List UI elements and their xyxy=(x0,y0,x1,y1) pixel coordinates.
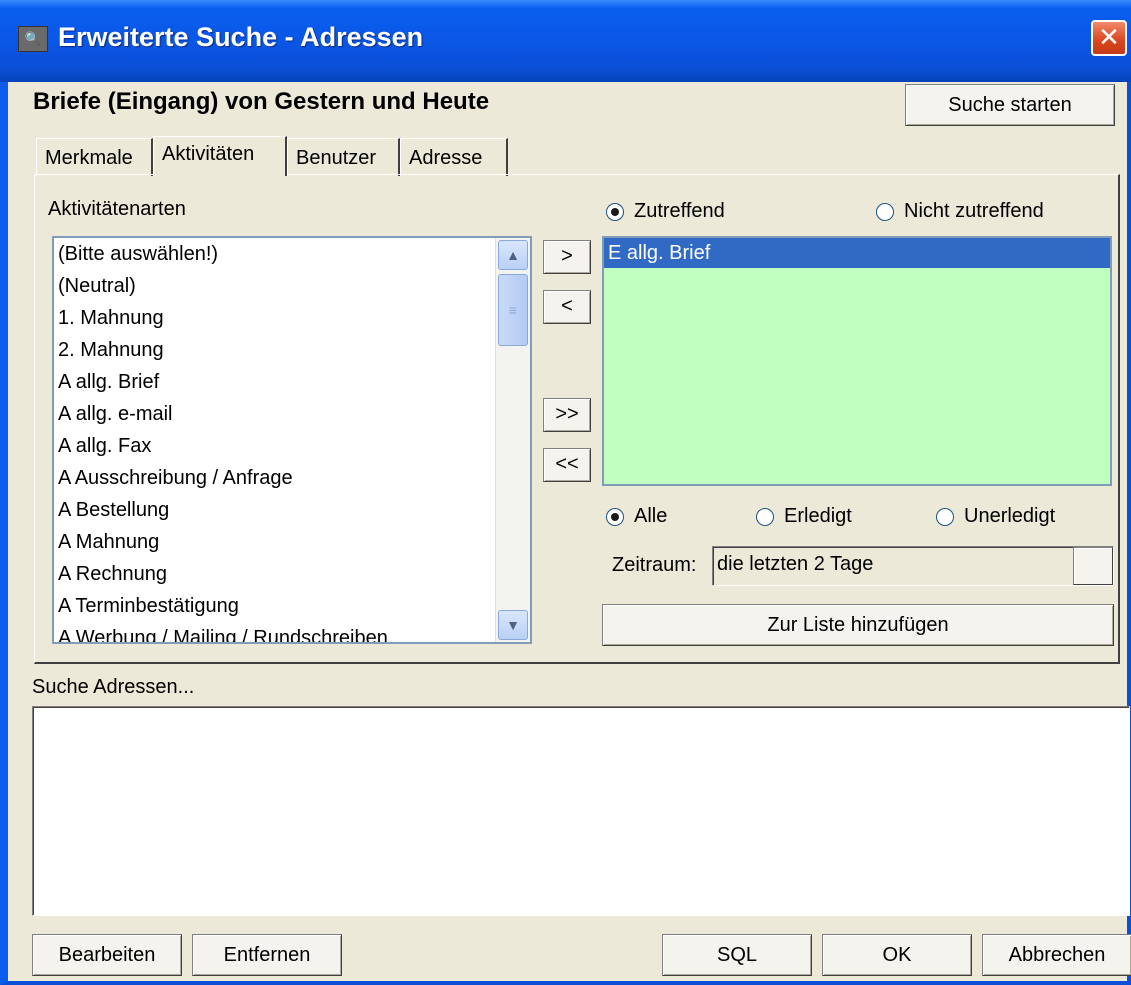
close-icon[interactable]: ✕ xyxy=(1091,20,1127,56)
tab-merkmale[interactable]: Merkmale xyxy=(36,138,153,176)
radio-zutreffend[interactable]: Zutreffend xyxy=(606,200,725,223)
remove-selected-button[interactable]: < xyxy=(543,290,591,324)
period-value: die letzten 2 Tage xyxy=(717,553,874,575)
radio-erledigt-label: Erledigt xyxy=(784,505,852,527)
activities-scrollbar[interactable]: ▲ ≡ ▼ xyxy=(495,238,530,642)
list-item[interactable]: A allg. Fax xyxy=(54,430,530,462)
window-title: Erweiterte Suche - Adressen xyxy=(58,22,424,52)
list-item[interactable]: 2. Mahnung xyxy=(54,334,530,366)
tab-benutzer[interactable]: Benutzer xyxy=(287,138,400,176)
selected-activities-list[interactable]: E allg. Brief xyxy=(602,236,1112,486)
radio-alle[interactable]: Alle xyxy=(606,505,667,528)
period-combo[interactable]: die letzten 2 Tage xyxy=(712,546,1114,586)
activities-label: Aktivitätenarten xyxy=(48,198,186,220)
title-bar[interactable]: 🔍 Erweiterte Suche - Adressen ✕ xyxy=(0,0,1131,82)
search-name-heading: Briefe (Eingang) von Gestern und Heute xyxy=(33,88,490,115)
radio-unerledigt-circle[interactable] xyxy=(936,507,954,526)
radio-unerledigt[interactable]: Unerledigt xyxy=(936,505,1055,528)
radio-alle-label: Alle xyxy=(634,505,668,527)
remove-all-button[interactable]: << xyxy=(543,448,591,482)
radio-unerledigt-label: Unerledigt xyxy=(964,505,1056,527)
radio-zutreffend-circle[interactable] xyxy=(606,202,624,221)
add-all-button[interactable]: >> xyxy=(543,398,591,432)
list-item[interactable]: A Mahnung xyxy=(54,526,530,558)
edit-button[interactable]: Bearbeiten xyxy=(32,934,182,976)
list-item[interactable]: A Ausschreibung / Anfrage xyxy=(54,462,530,494)
list-item[interactable]: A allg. e-mail xyxy=(54,398,530,430)
ok-button[interactable]: OK xyxy=(822,934,972,976)
list-item[interactable]: 1. Mahnung xyxy=(54,302,530,334)
start-search-button[interactable]: Suche starten xyxy=(905,84,1115,126)
dialog-window: 🔍 Erweiterte Suche - Adressen ✕ Briefe (… xyxy=(0,0,1131,985)
scroll-down-icon[interactable]: ▼ xyxy=(498,610,528,640)
list-item[interactable]: A Werbung / Mailing / Rundschreiben xyxy=(54,622,530,642)
tab-adresse[interactable]: Adresse xyxy=(400,138,508,176)
cancel-button[interactable]: Abbrechen xyxy=(982,934,1131,976)
radio-nicht-zutreffend[interactable]: Nicht zutreffend xyxy=(876,200,1044,223)
tab-aktivitaeten[interactable]: Aktivitäten xyxy=(153,136,287,176)
add-selected-button[interactable]: > xyxy=(543,240,591,274)
activities-items: (Bitte auswählen!) (Neutral) 1. Mahnung 2. … xyxy=(54,238,530,642)
list-item[interactable]: A Bestellung xyxy=(54,494,530,526)
sql-button[interactable]: SQL xyxy=(662,934,812,976)
radio-alle-circle[interactable] xyxy=(606,507,624,526)
scroll-thumb[interactable]: ≡ xyxy=(498,274,528,346)
list-item[interactable]: A Rechnung xyxy=(54,558,530,590)
search-app-icon: 🔍 xyxy=(18,26,48,52)
list-item[interactable]: (Neutral) xyxy=(54,270,530,302)
radio-erledigt[interactable]: Erledigt xyxy=(756,505,852,528)
list-item[interactable]: A allg. Brief xyxy=(54,366,530,398)
radio-nicht-zutreffend-label: Nicht zutreffend xyxy=(904,200,1044,222)
radio-zutreffend-label: Zutreffend xyxy=(634,200,725,222)
selected-list-item[interactable]: E allg. Brief xyxy=(604,238,1110,268)
radio-erledigt-circle[interactable] xyxy=(756,507,774,526)
activities-listbox[interactable]: (Bitte auswählen!) (Neutral) 1. Mahnung 2. … xyxy=(52,236,532,644)
tab-strip: Merkmale Aktivitäten Benutzer Adresse xyxy=(36,136,536,176)
list-item[interactable]: (Bitte auswählen!) xyxy=(54,238,530,270)
list-item[interactable]: A Terminbestätigung xyxy=(54,590,530,622)
period-picker-button[interactable] xyxy=(1073,547,1113,585)
radio-nicht-zutreffend-circle[interactable] xyxy=(876,202,894,221)
scroll-up-icon[interactable]: ▲ xyxy=(498,240,528,270)
remove-button[interactable]: Entfernen xyxy=(192,934,342,976)
results-list[interactable] xyxy=(32,706,1130,916)
results-label: Suche Adressen... xyxy=(32,676,195,698)
period-label: Zeitraum: xyxy=(612,554,697,576)
add-to-list-button[interactable]: Zur Liste hinzufügen xyxy=(602,604,1114,646)
